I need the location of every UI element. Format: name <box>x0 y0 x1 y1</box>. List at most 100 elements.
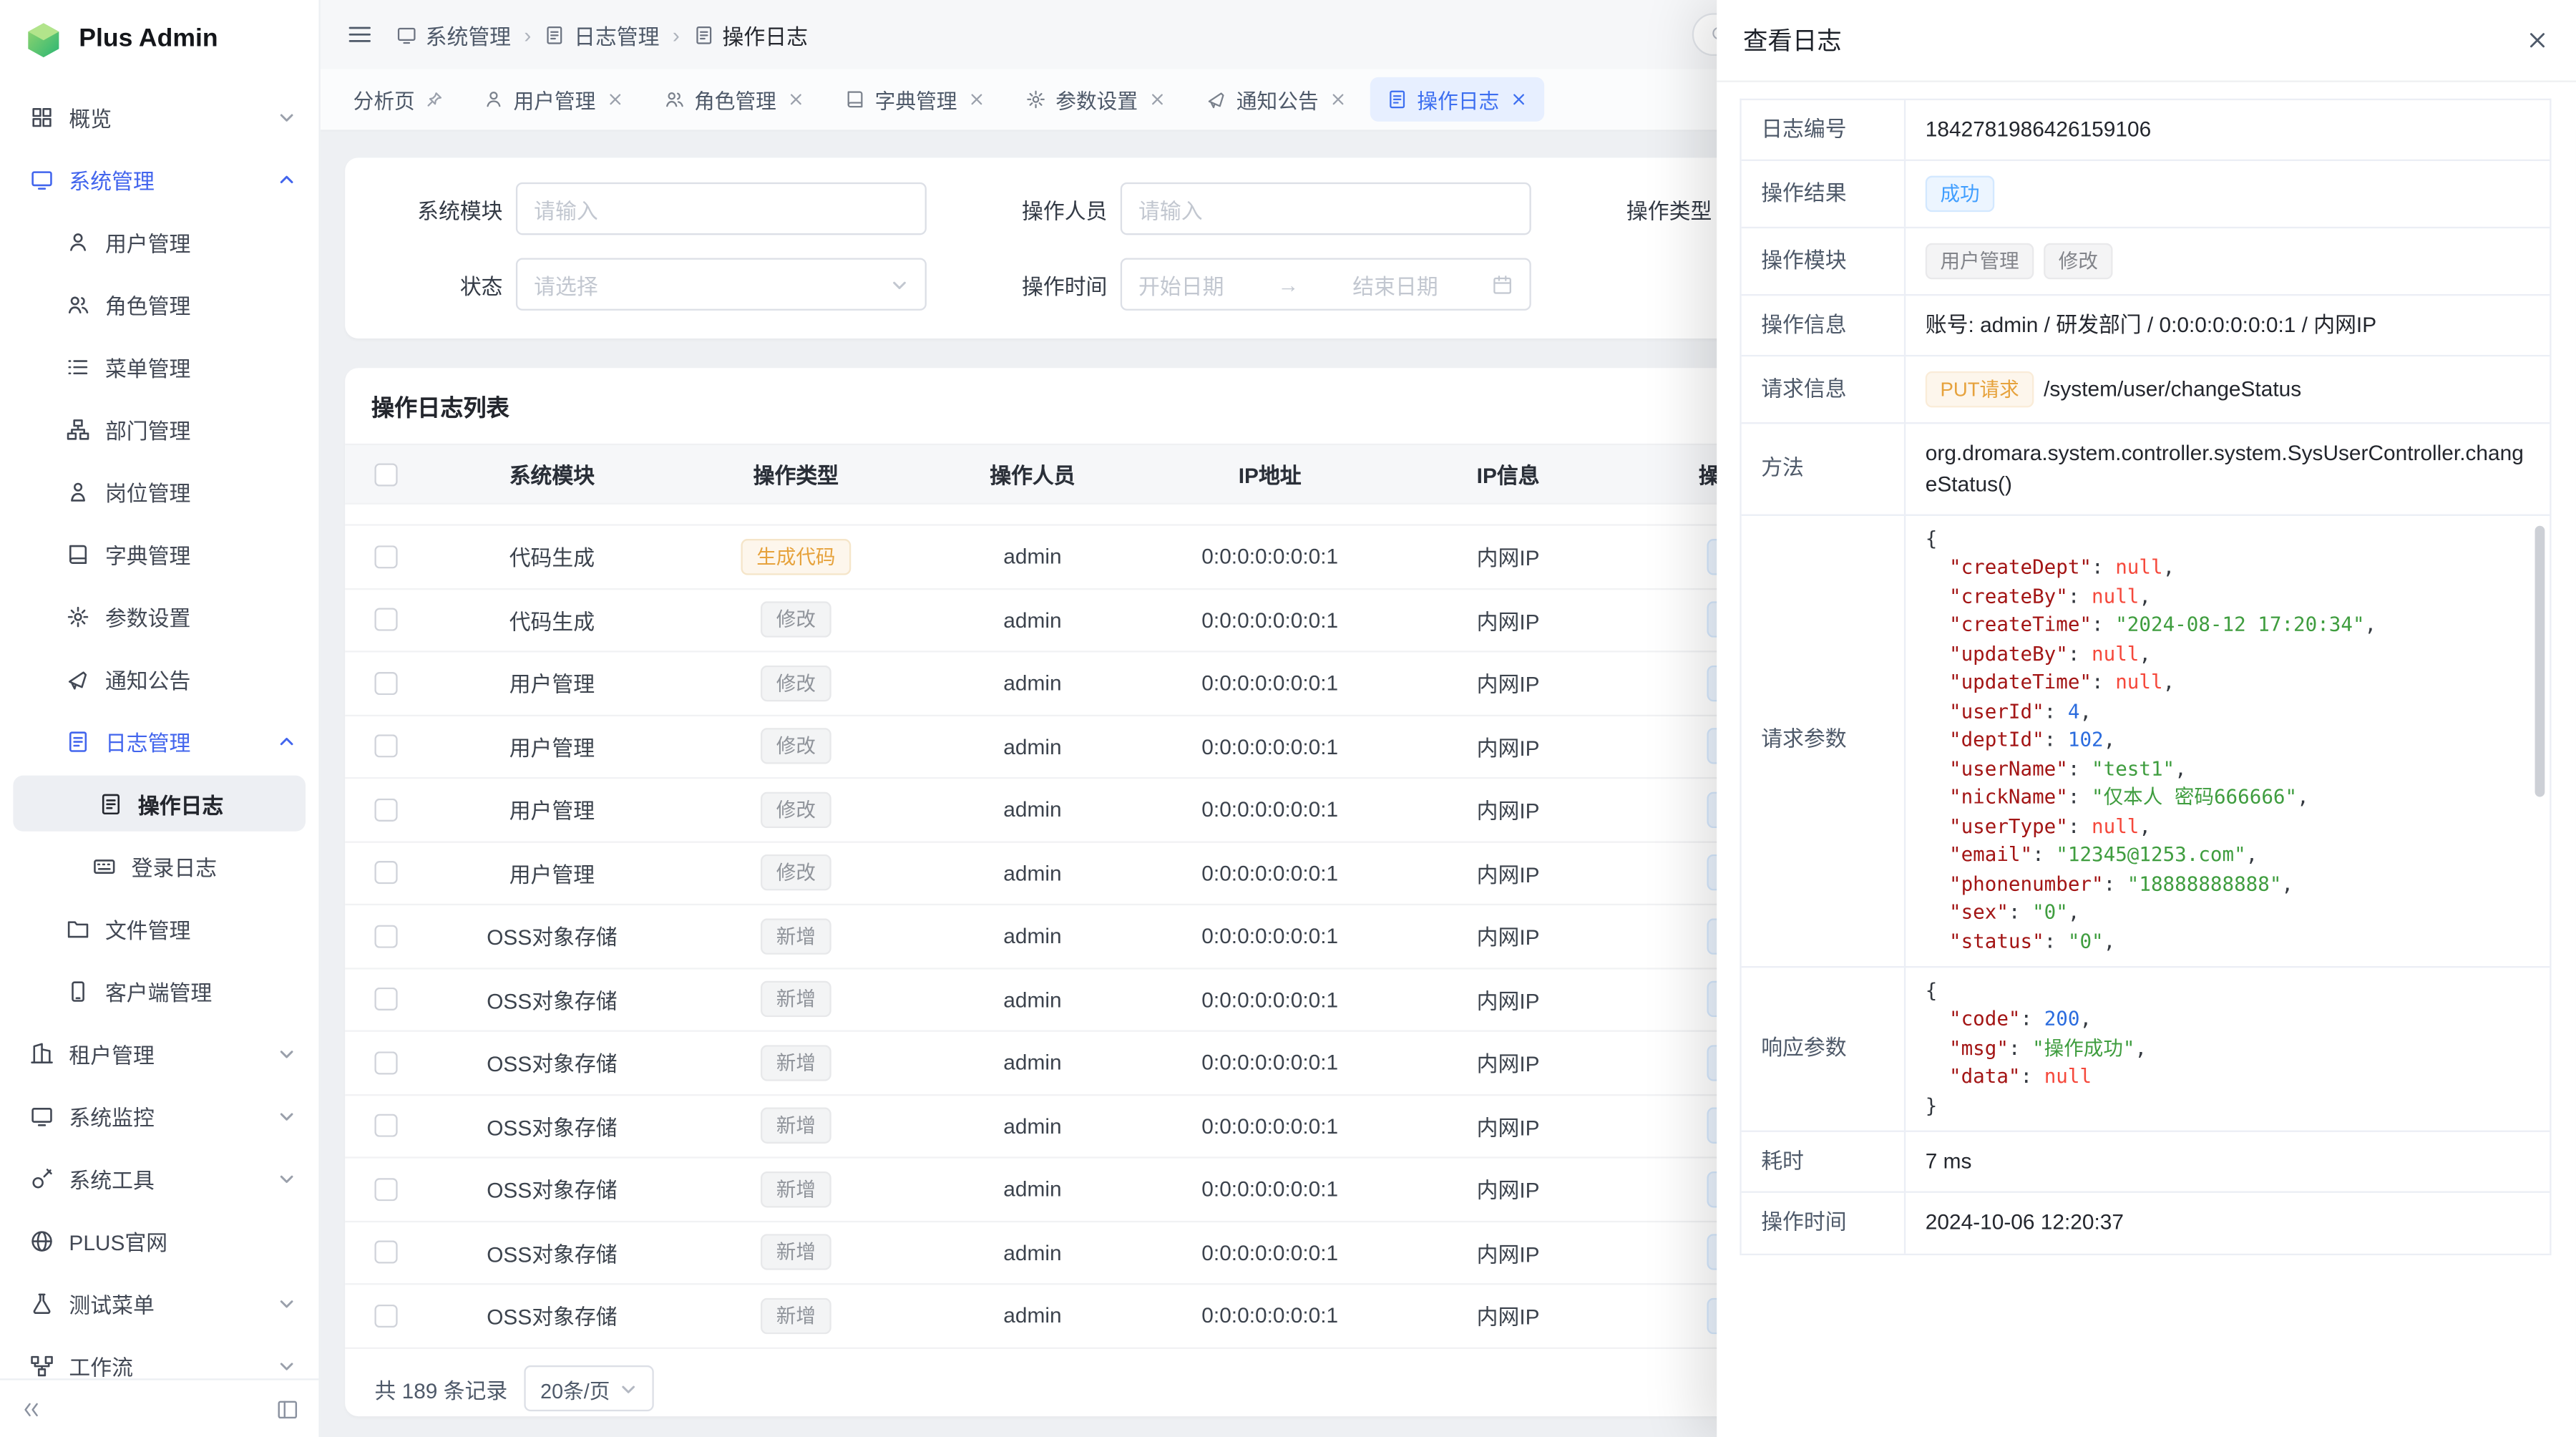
column-header-4[interactable]: IP信息 <box>1390 459 1626 490</box>
row-checkbox[interactable] <box>374 671 397 694</box>
chevron-down-icon <box>620 1379 638 1397</box>
row-checkbox[interactable] <box>374 925 397 948</box>
request-url: /system/user/changeStatus <box>2044 375 2301 405</box>
cell-module: OSS对象存储 <box>427 1300 677 1332</box>
sidebar-item-workflow[interactable]: 工作流 <box>0 1334 318 1378</box>
tab-role-management[interactable]: 角色管理 <box>647 77 821 122</box>
sidebar-item-plus-website[interactable]: PLUS官网 <box>0 1209 318 1272</box>
sidebar-item-system-tools[interactable]: 系统工具 <box>0 1147 318 1209</box>
operator-input[interactable]: 请输入 <box>1121 182 1531 235</box>
code-scrollbar[interactable] <box>2535 525 2545 956</box>
row-checkbox[interactable] <box>374 798 397 821</box>
chevron-down-icon <box>278 107 296 125</box>
op-time-range-input[interactable]: 开始日期 → 结束日期 <box>1121 258 1531 310</box>
breadcrumb-log-management[interactable]: 日志管理 <box>545 19 660 50</box>
sidebar-item-tenant-management[interactable]: 租户管理 <box>0 1022 318 1084</box>
row-checkbox[interactable] <box>374 1178 397 1201</box>
cell-ip: 0:0:0:0:0:0:0:1 <box>1150 860 1390 885</box>
sidebar-item-file-management[interactable]: 文件管理 <box>0 897 318 960</box>
field-method: 方法 org.dromara.system.controller.system.… <box>1742 424 2550 515</box>
sidebar-item-menu-management[interactable]: 菜单管理 <box>0 335 318 397</box>
row-checkbox[interactable] <box>374 988 397 1010</box>
tab-analysis[interactable]: 分析页 <box>337 77 459 122</box>
chevron-down-icon <box>278 1356 296 1374</box>
layout-pin-icon[interactable] <box>276 1398 299 1421</box>
users-icon <box>663 89 684 110</box>
sidebar-item-operation-log[interactable]: 操作日志 <box>13 776 306 832</box>
cell-module: 用户管理 <box>427 668 677 699</box>
row-checkbox[interactable] <box>374 545 397 568</box>
sidebar-menu: 概览系统管理用户管理角色管理菜单管理部门管理岗位管理字典管理参数设置通知公告日志… <box>0 79 318 1378</box>
log-id-value: 1842781986426159106 <box>1906 100 2550 160</box>
system-module-input[interactable]: 请输入 <box>516 182 927 235</box>
client-icon <box>66 978 90 1003</box>
tab-notice[interactable]: 通知公告 <box>1189 77 1362 122</box>
cell-module: OSS对象存储 <box>427 1237 677 1268</box>
sidebar-item-test-menu[interactable]: 测试菜单 <box>0 1272 318 1334</box>
status-select[interactable]: 请选择 <box>516 258 927 310</box>
scrollbar-thumb[interactable] <box>2535 525 2545 797</box>
row-checkbox[interactable] <box>374 862 397 885</box>
list-icon <box>66 354 90 379</box>
cell-module: 用户管理 <box>427 731 677 762</box>
tab-user-management[interactable]: 用户管理 <box>466 77 640 122</box>
put-request-tag: PUT请求 <box>1926 372 2034 409</box>
sidebar-item-client-management[interactable]: 客户端管理 <box>0 960 318 1022</box>
cell-module: 代码生成 <box>427 541 677 573</box>
close-icon <box>1328 90 1346 108</box>
row-checkbox[interactable] <box>374 1114 397 1137</box>
hamburger-menu-icon[interactable] <box>346 21 373 48</box>
close-icon <box>1148 90 1166 108</box>
sidebar-item-user-management[interactable]: 用户管理 <box>0 210 318 273</box>
pagination: 共 189 条记录 20条/页 <box>361 1362 654 1414</box>
building-icon <box>29 1041 54 1065</box>
close-icon <box>967 90 985 108</box>
sidebar-item-log-management[interactable]: 日志管理 <box>0 710 318 772</box>
select-all-checkbox[interactable] <box>374 462 397 485</box>
sidebar-item-post-management[interactable]: 岗位管理 <box>0 460 318 522</box>
column-header-2[interactable]: 操作人员 <box>915 459 1150 490</box>
sidebar-item-role-management[interactable]: 角色管理 <box>0 273 318 335</box>
bell-icon <box>1205 89 1226 110</box>
app-logo-row[interactable]: Plus Admin <box>0 0 318 79</box>
breadcrumb-operation-log[interactable]: 操作日志 <box>693 19 808 50</box>
row-checkbox[interactable] <box>374 1241 397 1264</box>
tab-param-settings[interactable]: 参数设置 <box>1008 77 1182 122</box>
cell-ip-info: 内网IP <box>1390 668 1626 699</box>
sidebar-item-notice[interactable]: 通知公告 <box>0 648 318 710</box>
row-checkbox[interactable] <box>374 735 397 758</box>
column-header-1[interactable]: 操作类型 <box>677 459 915 490</box>
sidebar-item-dept-management[interactable]: 部门管理 <box>0 398 318 460</box>
column-header-0[interactable]: 系统模块 <box>427 459 677 490</box>
sidebar-item-dict-management[interactable]: 字典管理 <box>0 522 318 585</box>
op-type-label: 操作类型 <box>1581 193 1712 225</box>
sidebar-item-overview[interactable]: 概览 <box>0 85 318 147</box>
chevron-up-icon <box>278 170 296 188</box>
op-type-tag: 生成代码 <box>742 538 851 575</box>
drawer-header: 查看日志 <box>1717 0 2576 82</box>
sidebar-item-system-monitor[interactable]: 系统监控 <box>0 1084 318 1146</box>
field-result: 操作结果 成功 <box>1742 161 2550 228</box>
row-checkbox[interactable] <box>374 1304 397 1327</box>
column-header-3[interactable]: IP地址 <box>1150 459 1390 490</box>
row-checkbox[interactable] <box>374 608 397 631</box>
sidebar-item-system-management[interactable]: 系统管理 <box>0 148 318 210</box>
tab-operation-log[interactable]: 操作日志 <box>1370 77 1543 122</box>
cell-module: OSS对象存储 <box>427 1047 677 1078</box>
request-params-json: { "createDept": null, "createBy": null, … <box>1926 525 2527 956</box>
page-size-select[interactable]: 20条/页 <box>524 1365 654 1411</box>
op-type-tag: 修改 <box>761 791 830 828</box>
file-icon <box>66 916 90 940</box>
app-title: Plus Admin <box>79 24 218 54</box>
op-type-tag: 新增 <box>761 1171 830 1207</box>
row-checkbox[interactable] <box>374 1051 397 1074</box>
tab-dict-management[interactable]: 字典管理 <box>827 77 1001 122</box>
sidebar-item-param-settings[interactable]: 参数设置 <box>0 585 318 647</box>
collapse-sidebar-icon[interactable] <box>20 1398 43 1421</box>
cell-module: 代码生成 <box>427 604 677 635</box>
cell-ip-info: 内网IP <box>1390 857 1626 889</box>
close-icon[interactable] <box>2525 28 2550 52</box>
sidebar-item-login-log[interactable]: 登录日志 <box>0 834 318 897</box>
cell-operator: admin <box>915 671 1150 695</box>
breadcrumb-system-management[interactable]: 系统管理 <box>396 19 511 50</box>
